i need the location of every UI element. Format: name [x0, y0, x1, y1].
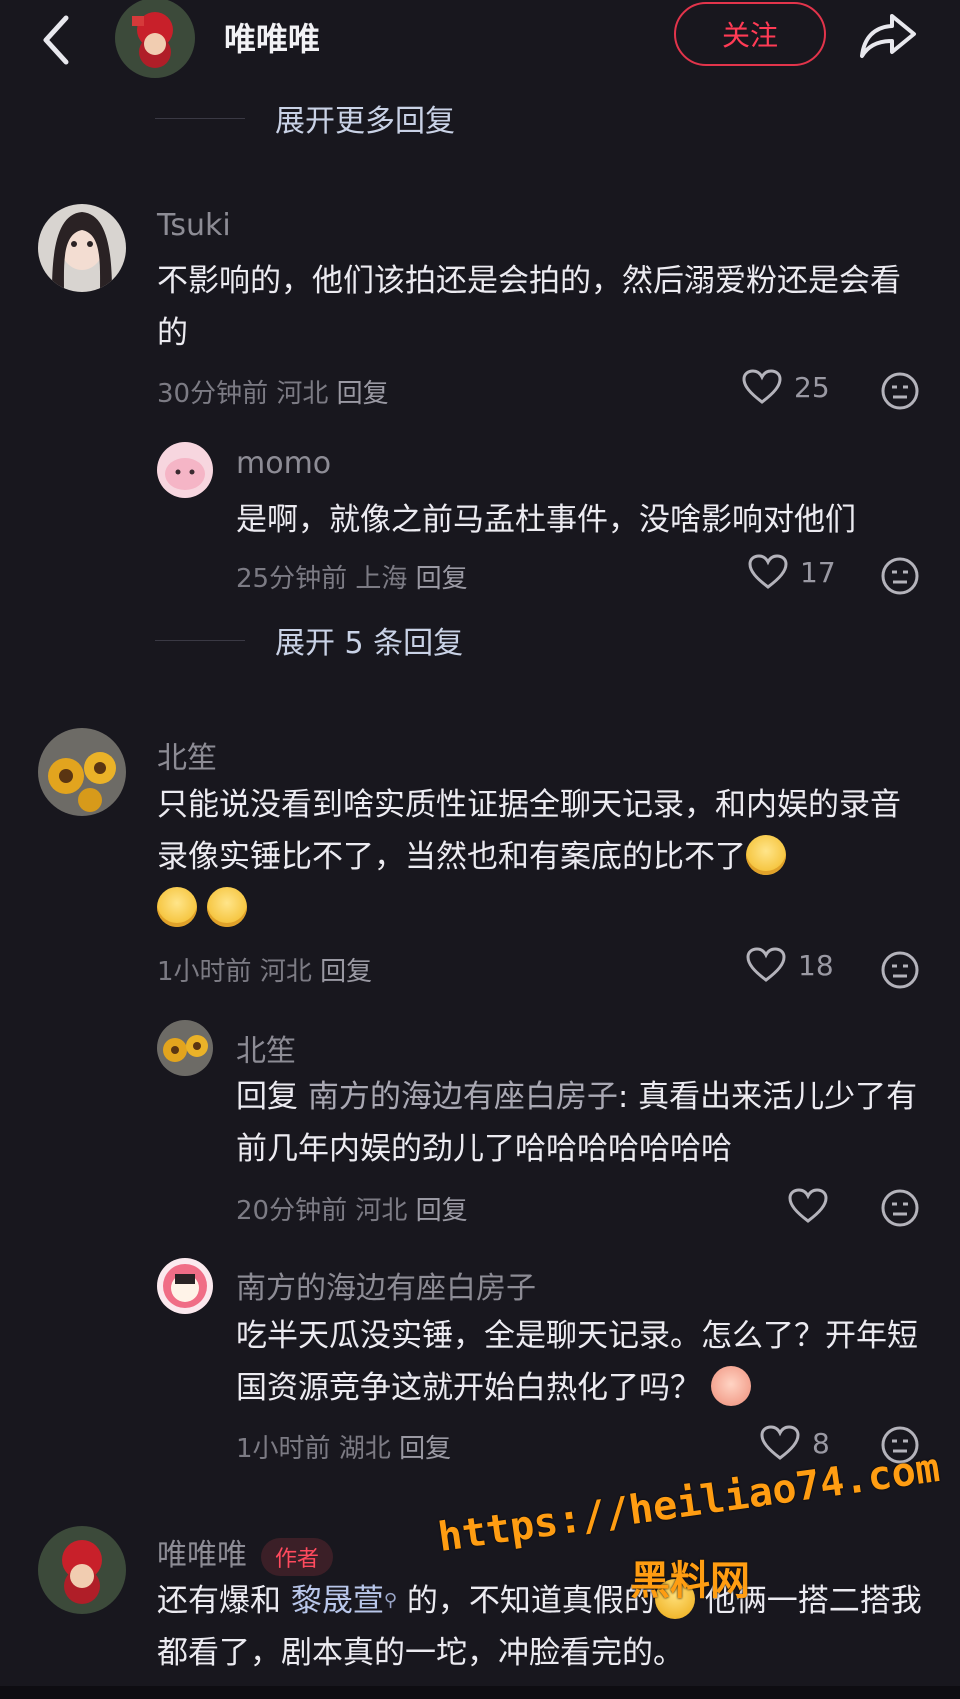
comment-location: 河北: [259, 957, 312, 987]
like-button[interactable]: 8: [760, 1425, 830, 1461]
like-button[interactable]: 17: [748, 554, 836, 590]
username[interactable]: 北笙: [157, 733, 217, 777]
comment-meta: 25分钟前 上海 回复: [236, 558, 468, 595]
back-arrow-icon[interactable]: [38, 12, 78, 68]
heart-icon: [746, 947, 786, 982]
reply-to-user[interactable]: 南方的海边有座白房子: [308, 1079, 618, 1115]
reply-prefix: 回复: [236, 1079, 298, 1115]
avatar[interactable]: [38, 1526, 126, 1614]
expand-replies[interactable]: 展开 5 条回复: [155, 618, 463, 662]
share-icon[interactable]: [858, 10, 918, 60]
username[interactable]: momo: [236, 446, 331, 481]
expand-more-replies[interactable]: 展开更多回复: [155, 96, 455, 140]
like-count: 8: [812, 1426, 830, 1460]
mention-link[interactable]: 黎晟萱⚲: [291, 1583, 397, 1619]
comment-location: 上海: [355, 564, 408, 594]
comment-meta: 1小时前 河北 回复: [157, 951, 372, 988]
comment-text: 回复 南方的海边有座白房子: 真看出来活儿少了有前几年内娱的劲儿了哈哈哈哈哈哈哈: [236, 1071, 926, 1175]
username[interactable]: 唯唯唯: [157, 1538, 247, 1573]
comment-meta: 1小时前 湖北 回复: [236, 1428, 451, 1465]
dislike-face-icon[interactable]: [880, 950, 920, 990]
comment-time: 25分钟前: [236, 564, 348, 594]
expand-label[interactable]: 展开更多回复: [275, 96, 455, 140]
divider: [155, 639, 245, 641]
comment-text-body: 只能说没看到啥实质性证据全聊天记录，和内娱的录音录像实锤比不了，当然也和有案底的…: [157, 787, 901, 875]
dislike-face-icon[interactable]: [880, 1188, 920, 1228]
expand-label[interactable]: 展开 5 条回复: [275, 618, 463, 662]
comment-text: 不影响的，他们该拍还是会拍的，然后溺爱粉还是会看的: [157, 263, 901, 351]
mention-text[interactable]: 黎晟萱: [291, 1583, 384, 1619]
avatar[interactable]: [38, 728, 126, 816]
username[interactable]: Tsuki: [157, 208, 231, 243]
reply-button[interactable]: 回复: [416, 564, 468, 594]
lemon-emoji: [157, 886, 197, 927]
comment-time: 1小时前: [157, 957, 252, 987]
comment-location: 河北: [355, 1196, 408, 1226]
username-row: 唯唯唯 作者: [157, 1530, 334, 1576]
like-button[interactable]: 18: [746, 947, 834, 983]
comment-time: 30分钟前: [157, 379, 269, 409]
reply-button[interactable]: 回复: [320, 957, 372, 987]
comment-text: 吃半天瓜没实锤，全是聊天记录。怎么了？开年短国资源竞争这就开始白热化了吗？: [236, 1310, 926, 1414]
reply-button[interactable]: 回复: [337, 379, 389, 409]
username[interactable]: 南方的海边有座白房子: [236, 1263, 536, 1307]
divider: [155, 117, 245, 119]
comment-text-part: 的，不知道真假的: [397, 1583, 655, 1619]
avatar[interactable]: [157, 1258, 213, 1314]
comment-meta: 30分钟前 河北 回复: [157, 373, 389, 410]
comment-time: 1小时前: [236, 1434, 331, 1464]
like-count: 17: [800, 555, 836, 589]
heart-icon: [742, 369, 782, 404]
avatar[interactable]: [38, 204, 126, 292]
like-button[interactable]: 25: [742, 369, 830, 405]
comment-time: 20分钟前: [236, 1196, 348, 1226]
like-count: 18: [798, 948, 834, 982]
avatar[interactable]: [157, 442, 213, 498]
peach-emoji: [710, 1365, 751, 1406]
comment-location: 河北: [276, 379, 329, 409]
page-title: 唯唯唯: [224, 20, 321, 58]
follow-button[interactable]: 关注: [674, 2, 826, 66]
heart-icon: [748, 554, 788, 589]
comment-text-part: 还有爆和: [157, 1583, 291, 1619]
comment-text: 还有爆和 黎晟萱⚲ 的，不知道真假的 他俩一搭二搭我都看了，剧本真的一坨，冲脸看…: [157, 1575, 937, 1679]
heart-icon: [760, 1425, 800, 1460]
dislike-face-icon[interactable]: [880, 556, 920, 596]
author-avatar[interactable]: [110, 0, 200, 78]
top-bar: 唯唯唯 关注: [0, 0, 960, 80]
comment-text: 只能说没看到啥实质性证据全聊天记录，和内娱的录音录像实锤比不了，当然也和有案底的…: [157, 779, 927, 935]
comment-text: 是啊，就像之前马孟杜事件，没啥影响对他们: [236, 502, 856, 538]
comment-location: 湖北: [338, 1434, 391, 1464]
heart-icon: [788, 1188, 828, 1223]
lemon-emoji: [206, 886, 247, 927]
avatar[interactable]: [157, 1020, 213, 1076]
lemon-emoji: [746, 834, 786, 875]
watermark-name: 黑料网: [630, 1558, 750, 1604]
like-button[interactable]: [788, 1188, 840, 1224]
reply-button[interactable]: 回复: [416, 1196, 468, 1226]
comment-meta: 20分钟前 河北 回复: [236, 1190, 468, 1227]
like-count: 25: [794, 370, 830, 404]
author-badge: 作者: [261, 1537, 334, 1576]
watermark-url: https://heiliao74.com: [435, 1445, 943, 1561]
bottom-edge: [0, 1686, 960, 1699]
username[interactable]: 北笙: [236, 1026, 296, 1070]
comment-text-body: 吃半天瓜没实锤，全是聊天记录。怎么了？开年短国资源竞争这就开始白热化了吗？: [236, 1318, 918, 1406]
dislike-face-icon[interactable]: [880, 371, 920, 411]
reply-button[interactable]: 回复: [399, 1434, 451, 1464]
mention-icon: ⚲: [383, 1590, 398, 1611]
